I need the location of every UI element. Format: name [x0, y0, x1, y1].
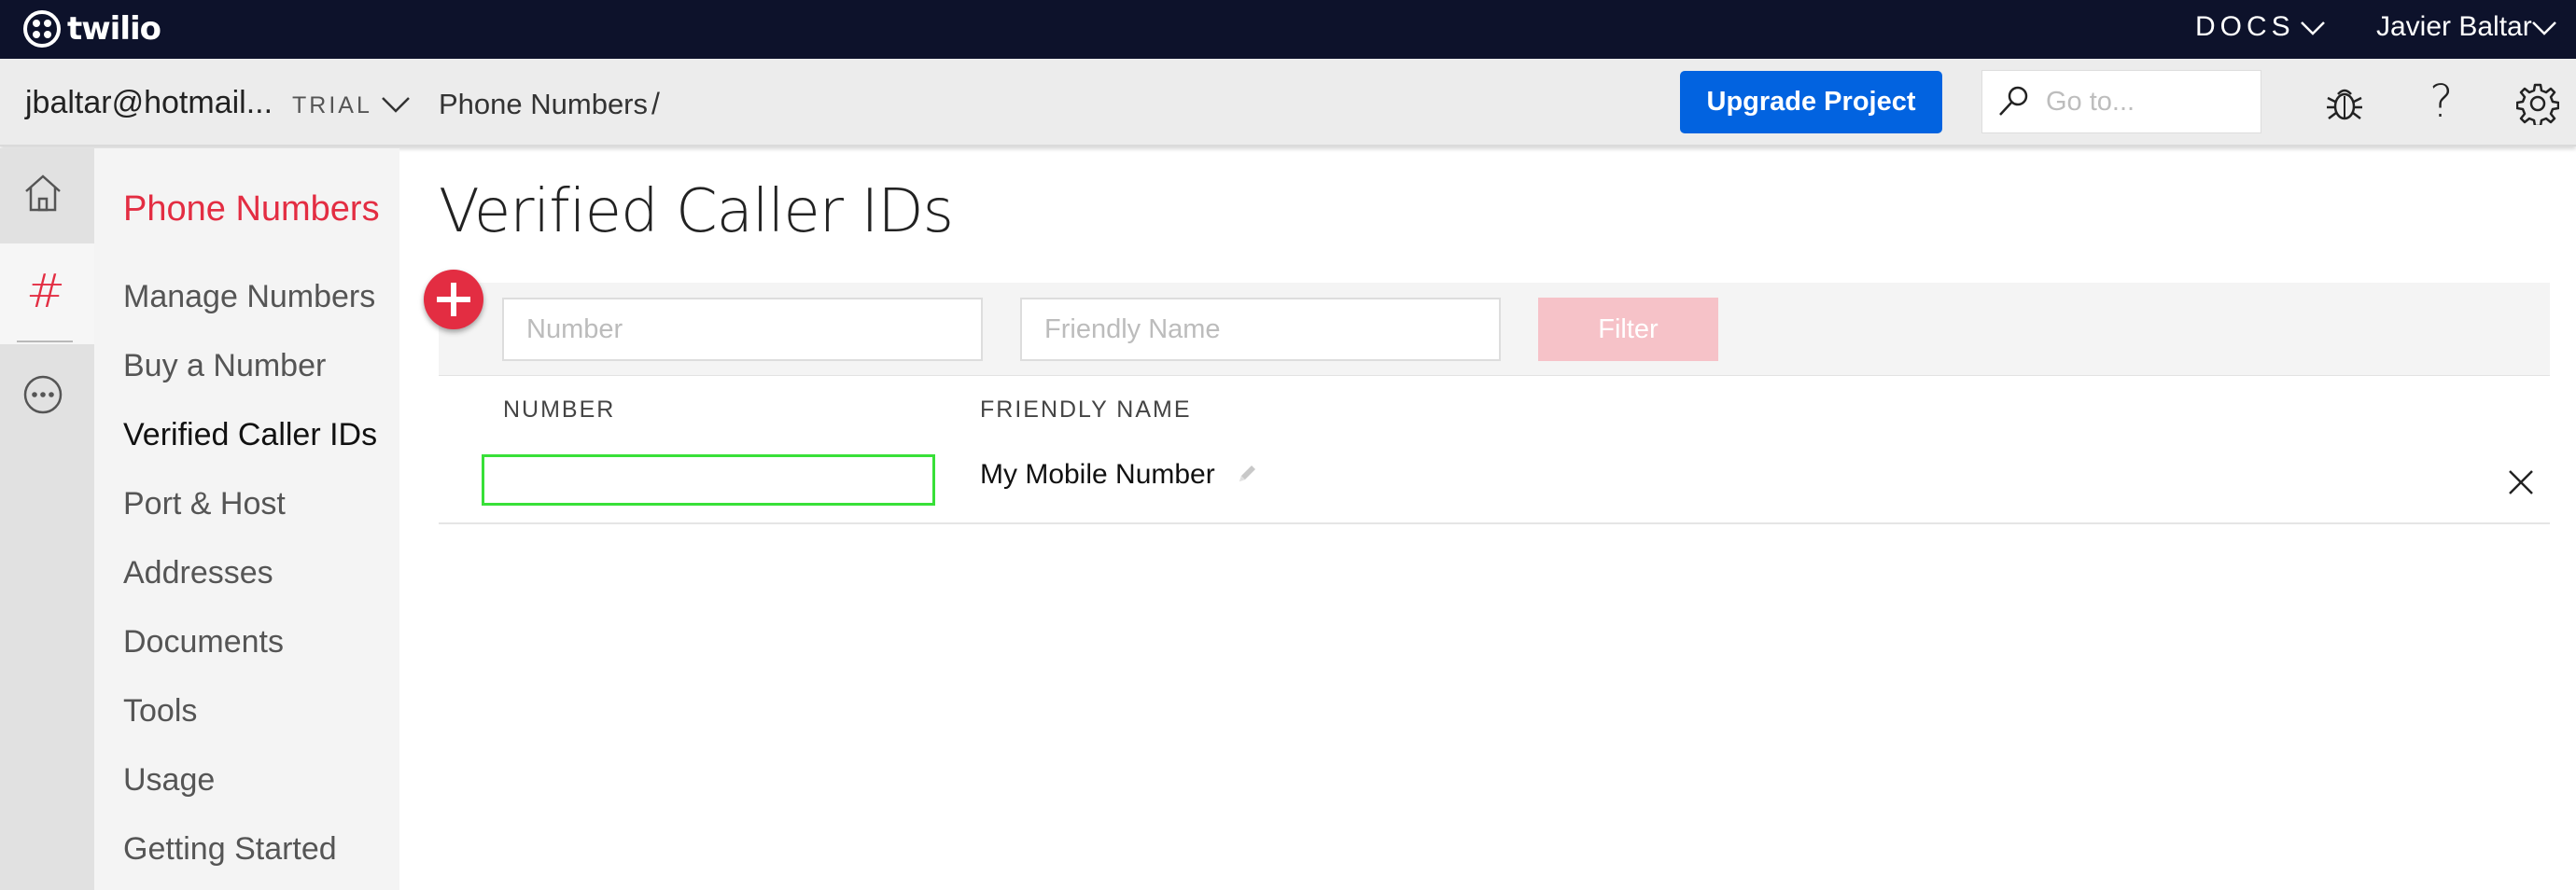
icon-rail: # — [0, 148, 94, 890]
sidebar-item-tools[interactable]: Tools — [123, 693, 197, 730]
gear-icon[interactable] — [2516, 82, 2559, 125]
account-name[interactable]: jbaltar@hotmail... — [25, 85, 273, 121]
chevron-down-icon[interactable] — [2531, 19, 2557, 37]
user-menu[interactable]: Javier Baltar — [2376, 11, 2532, 43]
column-header-number: NUMBER — [503, 396, 616, 423]
column-header-friendly-name: FRIENDLY NAME — [980, 396, 1192, 423]
sidebar-item-addresses[interactable]: Addresses — [123, 555, 273, 591]
project-bar: jbaltar@hotmail... TRIAL Phone Numbers /… — [0, 59, 2576, 146]
phone-number-cell[interactable] — [482, 454, 935, 506]
sidebar-item-usage[interactable]: Usage — [123, 762, 215, 799]
filter-button[interactable]: Filter — [1538, 298, 1718, 361]
sidebar-item-port-host[interactable]: Port & Host — [123, 486, 286, 522]
sidebar-title[interactable]: Phone Numbers — [123, 189, 380, 229]
sidebar: Phone Numbers Manage Numbers Buy a Numbe… — [94, 148, 399, 890]
hash-icon: # — [26, 264, 65, 318]
friendly-name-cell: My Mobile Number — [980, 459, 1215, 490]
rail-divider — [17, 341, 73, 342]
sidebar-item-buy-a-number[interactable]: Buy a Number — [123, 348, 326, 384]
twilio-logo-icon — [23, 10, 61, 48]
trial-badge: TRIAL — [292, 92, 372, 118]
upgrade-project-button[interactable]: Upgrade Project — [1680, 71, 1942, 133]
phone-numbers-nav[interactable]: # — [0, 243, 94, 344]
friendly-name-filter-input[interactable] — [1020, 298, 1501, 361]
add-caller-id-button[interactable] — [424, 270, 483, 329]
goto-search[interactable] — [1981, 70, 2261, 133]
goto-input[interactable] — [2046, 80, 2251, 123]
sidebar-item-documents[interactable]: Documents — [123, 624, 284, 661]
number-filter-input[interactable] — [502, 298, 983, 361]
home-icon[interactable] — [21, 171, 65, 216]
debugger-bug-icon[interactable] — [2324, 83, 2365, 124]
docs-menu[interactable]: DOCS — [2195, 11, 2295, 43]
sidebar-item-verified-caller-ids[interactable]: Verified Caller IDs — [123, 417, 377, 453]
twilio-logo[interactable]: twilio — [22, 7, 161, 50]
chevron-down-icon[interactable] — [381, 94, 411, 115]
more-icon[interactable] — [21, 372, 65, 417]
page-title: Verified Caller IDs — [439, 177, 954, 246]
chevron-down-icon[interactable] — [2300, 19, 2326, 37]
top-navbar: twilio DOCS Javier Baltar — [0, 0, 2576, 59]
pencil-icon[interactable] — [1236, 463, 1258, 485]
breadcrumb[interactable]: Phone Numbers — [439, 88, 648, 121]
breadcrumb-separator: / — [651, 87, 660, 120]
help-icon[interactable]: ? — [2429, 76, 2453, 128]
search-icon — [1999, 86, 2028, 116]
sidebar-item-manage-numbers[interactable]: Manage Numbers — [123, 279, 375, 315]
close-icon[interactable] — [2507, 468, 2535, 496]
brand-name: twilio — [67, 10, 161, 48]
sidebar-item-getting-started[interactable]: Getting Started — [123, 831, 337, 868]
